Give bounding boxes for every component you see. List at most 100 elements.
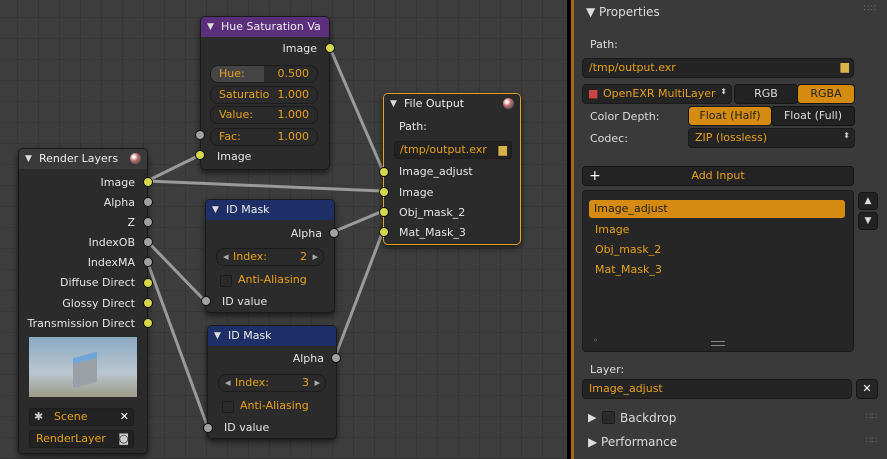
drag-handle-icon[interactable]: ∷∷ xyxy=(866,412,877,422)
layer-label: Layer: xyxy=(590,363,625,376)
fileout-socket-2[interactable] xyxy=(379,187,389,197)
file-output-node[interactable]: ▼ File Output Path: /tmp/output.exr ▆ Im… xyxy=(383,93,521,245)
resize-handle-icon[interactable] xyxy=(711,341,725,346)
output-socket-label: Diffuse Direct xyxy=(59,276,135,289)
anti-aliasing-label: Anti-Aliasing xyxy=(238,273,307,286)
float-full-button[interactable]: Float (Full) xyxy=(771,106,855,126)
hue-fac-socket[interactable] xyxy=(195,130,205,140)
list-item[interactable]: Mat_Mask_3 xyxy=(595,263,662,276)
rgb-button[interactable]: RGB xyxy=(734,84,798,104)
render-z-socket[interactable] xyxy=(143,217,153,227)
input-socket-label: Mat_Mask_3 xyxy=(399,226,466,239)
node-title: Hue Saturation Va xyxy=(221,20,321,33)
anti-aliasing-checkbox[interactable] xyxy=(220,275,232,287)
scene-icon: ✱ xyxy=(34,410,44,423)
anti-aliasing-checkbox[interactable] xyxy=(222,401,234,413)
performance-panel-header[interactable]: ▶ Performance xyxy=(588,435,677,449)
output-socket-label: Image xyxy=(100,176,135,189)
list-item[interactable]: Image xyxy=(595,223,629,236)
dropdown-arrow-icon: ⬍ xyxy=(843,131,850,140)
backdrop-panel-header[interactable]: ▶ xyxy=(588,411,596,424)
render-glossy-socket[interactable] xyxy=(143,298,153,308)
output-socket-label: Z xyxy=(127,216,135,229)
path-field[interactable]: /tmp/output.exr ▆ xyxy=(394,141,512,159)
backdrop-checkbox[interactable] xyxy=(602,411,615,424)
input-id-value: ID value xyxy=(222,295,268,308)
node-header[interactable]: ▼ File Output xyxy=(384,94,520,114)
node-header[interactable]: ▼ Hue Saturation Va xyxy=(201,17,329,37)
fileout-socket-1[interactable] xyxy=(379,167,389,177)
output-image: Image xyxy=(282,42,317,55)
input-image: Image xyxy=(217,150,252,163)
expand-icon[interactable]: ▶ xyxy=(588,435,601,449)
move-down-button[interactable]: ▼ xyxy=(858,212,878,230)
index-field[interactable]: ◂ Index: 2 ▸ xyxy=(216,248,324,266)
render-layers-node[interactable]: ▼ Render Layers Image Alpha Z IndexOB In… xyxy=(18,148,148,454)
layer-selector[interactable]: RenderLayer ◙ xyxy=(29,430,134,448)
index-field[interactable]: ◂ Index: 3 ▸ xyxy=(218,374,326,392)
material-ball-icon xyxy=(130,153,141,164)
render-indexma-socket[interactable] xyxy=(143,257,153,267)
scene-selector[interactable]: ✱ Scene ✕ xyxy=(29,408,134,426)
value-field[interactable]: Value: 1.000 xyxy=(210,106,318,124)
collapse-icon[interactable]: ▼ xyxy=(207,17,214,37)
path-field[interactable]: /tmp/output.exr ▆ xyxy=(582,58,854,78)
render-indexob-socket[interactable] xyxy=(143,237,153,247)
output-alpha: Alpha xyxy=(290,227,322,240)
folder-icon[interactable]: ▆ xyxy=(841,60,849,73)
collapse-icon[interactable]: ▼ xyxy=(214,326,221,346)
output-socket-label: Glossy Direct xyxy=(62,297,135,310)
saturation-field[interactable]: Saturatio 1.000 xyxy=(210,86,318,104)
idmask1-alpha-socket[interactable] xyxy=(329,228,339,238)
format-dropdown[interactable]: ■ OpenEXR MultiLayer ⬍ xyxy=(582,84,732,104)
grip-icon[interactable]: ◦ xyxy=(593,336,598,345)
node-editor[interactable]: ▼ Hue Saturation Va Image Hue: 0.500 Satu… xyxy=(0,0,567,459)
render-image-socket[interactable] xyxy=(143,177,153,187)
collapse-icon[interactable]: ▼ xyxy=(25,149,32,169)
codec-dropdown[interactable]: ZIP (lossless) ⬍ xyxy=(688,128,855,148)
hue-field[interactable]: Hue: 0.500 xyxy=(210,65,318,83)
material-ball-icon xyxy=(503,98,514,109)
id-mask-node-1[interactable]: ▼ ID Mask Alpha ◂ Index: 2 ▸ Anti-Aliasing … xyxy=(205,199,335,313)
layer-field[interactable]: Image_adjust xyxy=(582,379,852,399)
camera-icon[interactable]: ◙ xyxy=(118,431,129,447)
idmask2-alpha-socket[interactable] xyxy=(331,353,341,363)
fileout-socket-3[interactable] xyxy=(379,207,389,217)
node-header[interactable]: ▼ ID Mask xyxy=(206,200,334,220)
render-alpha-socket[interactable] xyxy=(143,197,153,207)
expand-icon[interactable]: ▶ xyxy=(588,411,596,424)
collapse-icon[interactable]: ▼ xyxy=(586,5,599,19)
output-socket-label: IndexOB xyxy=(88,236,136,249)
collapse-icon[interactable]: ▼ xyxy=(212,200,219,220)
codec-label: Codec: xyxy=(590,132,628,145)
clear-layer-button[interactable]: ✕ xyxy=(856,379,878,399)
backdrop-label: Backdrop xyxy=(620,411,677,425)
close-icon[interactable]: ✕ xyxy=(120,409,129,425)
fileout-socket-4[interactable] xyxy=(379,227,389,237)
drag-handle-icon[interactable]: ∷∷ xyxy=(866,436,877,446)
list-item-selected[interactable]: Image_adjust xyxy=(589,200,845,218)
hue-saturation-node[interactable]: ▼ Hue Saturation Va Image Hue: 0.500 Satu… xyxy=(200,16,330,170)
hue-out-socket[interactable] xyxy=(325,43,335,53)
float-half-button[interactable]: Float (Half) xyxy=(688,106,772,126)
input-list[interactable]: Image_adjust Image Obj_mask_2 Mat_Mask_3… xyxy=(582,190,854,352)
render-diffuse-socket[interactable] xyxy=(143,278,153,288)
collapse-icon[interactable]: ▼ xyxy=(390,94,397,114)
idmask1-id-socket[interactable] xyxy=(201,296,211,306)
node-header[interactable]: ▼ Render Layers xyxy=(19,149,147,169)
add-input-button[interactable]: + Add Input xyxy=(582,166,854,186)
plus-icon: + xyxy=(589,168,601,184)
fac-field[interactable]: Fac: 1.000 xyxy=(210,128,318,146)
render-transmission-socket[interactable] xyxy=(143,318,153,328)
list-item[interactable]: Obj_mask_2 xyxy=(595,243,661,256)
id-mask-node-2[interactable]: ▼ ID Mask Alpha ◂ Index: 3 ▸ Anti-Aliasing … xyxy=(207,325,337,439)
hue-image-socket[interactable] xyxy=(195,150,205,160)
node-header[interactable]: ▼ ID Mask xyxy=(208,326,336,346)
folder-icon[interactable]: ▆ xyxy=(499,142,507,158)
output-socket-label: Transmission Direct xyxy=(27,317,136,330)
panel-header[interactable]: ▼ Properties xyxy=(586,5,660,19)
move-up-button[interactable]: ▲ xyxy=(858,192,878,210)
drag-handle-icon[interactable]: ∷∷ xyxy=(864,4,877,14)
idmask2-id-socket[interactable] xyxy=(203,423,213,433)
rgba-button[interactable]: RGBA xyxy=(797,84,855,104)
